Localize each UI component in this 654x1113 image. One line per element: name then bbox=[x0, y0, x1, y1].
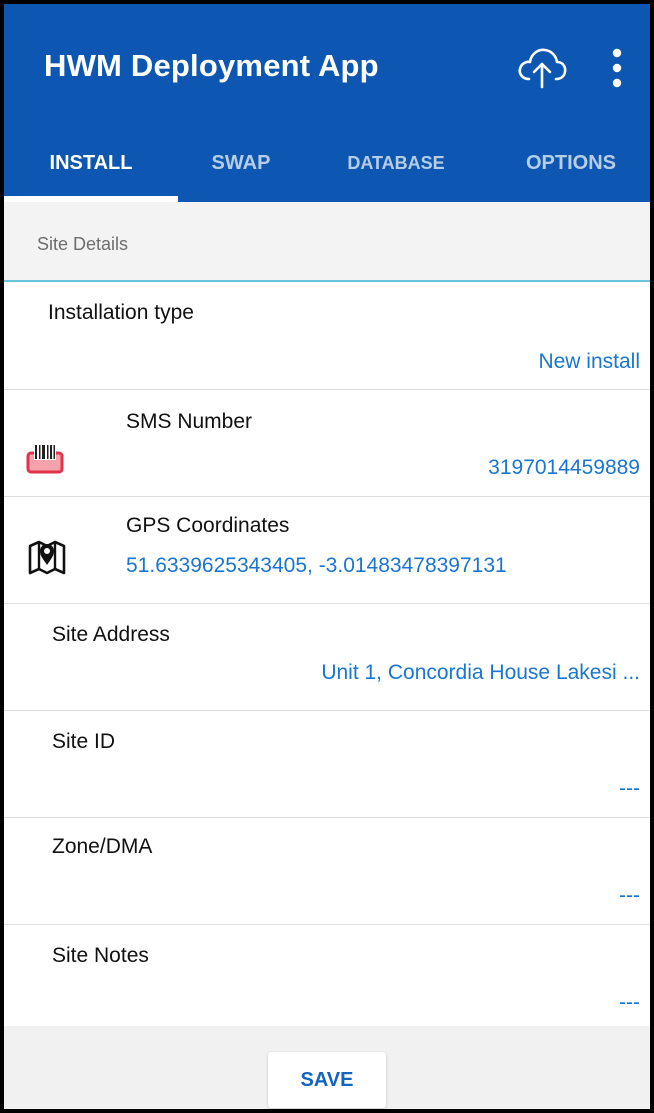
row-gps-coordinates[interactable]: GPS Coordinates 51.6339625343405, -3.014… bbox=[4, 497, 650, 604]
site-address-label: Site Address bbox=[52, 623, 170, 646]
more-vertical-icon[interactable] bbox=[610, 46, 624, 90]
app-title: HWM Deployment App bbox=[44, 48, 379, 83]
row-site-id[interactable]: Site ID --- bbox=[4, 711, 650, 818]
tab-install[interactable]: INSTALL bbox=[4, 124, 178, 202]
footer-bar: SAVE bbox=[4, 1026, 650, 1109]
row-zone-dma[interactable]: Zone/DMA --- bbox=[4, 818, 650, 925]
site-notes-value: --- bbox=[619, 991, 640, 1014]
row-installation-type[interactable]: Installation type New install bbox=[4, 284, 650, 390]
map-pin-icon bbox=[28, 540, 66, 575]
zone-dma-value: --- bbox=[619, 884, 640, 907]
app-bar: HWM Deployment App INSTALL SWAP DATABASE… bbox=[4, 4, 650, 202]
app-screen: HWM Deployment App INSTALL SWAP DATABASE… bbox=[0, 0, 654, 1113]
sms-number-label: SMS Number bbox=[126, 410, 253, 433]
section-header: Site Details bbox=[4, 202, 650, 282]
row-sms-number[interactable]: SMS Number 3197014459889 bbox=[4, 390, 650, 497]
site-id-value: --- bbox=[619, 777, 640, 800]
gps-coordinates-label: GPS Coordinates bbox=[126, 514, 290, 537]
row-site-notes[interactable]: Site Notes --- bbox=[4, 925, 650, 1026]
row-site-address[interactable]: Site Address Unit 1, Concordia House Lak… bbox=[4, 604, 650, 711]
sim-card-icon bbox=[26, 444, 64, 474]
installation-type-label: Installation type bbox=[48, 301, 194, 324]
tab-bar: INSTALL SWAP DATABASE OPTIONS bbox=[4, 124, 650, 202]
tab-swap[interactable]: SWAP bbox=[178, 124, 304, 202]
section-title: Site Details bbox=[37, 234, 129, 254]
cloud-upload-icon[interactable] bbox=[516, 44, 568, 90]
site-address-value: Unit 1, Concordia House Lakesi ... bbox=[321, 661, 640, 684]
installation-type-value: New install bbox=[538, 350, 640, 373]
save-button[interactable]: SAVE bbox=[268, 1052, 386, 1108]
zone-dma-label: Zone/DMA bbox=[52, 835, 153, 858]
tab-database[interactable]: DATABASE bbox=[304, 124, 488, 202]
gps-coordinates-value: 51.6339625343405, -3.01483478397131 bbox=[126, 554, 507, 577]
tab-options[interactable]: OPTIONS bbox=[488, 124, 650, 202]
site-id-label: Site ID bbox=[52, 730, 116, 753]
site-notes-label: Site Notes bbox=[52, 944, 149, 967]
sms-number-value: 3197014459889 bbox=[488, 456, 640, 479]
